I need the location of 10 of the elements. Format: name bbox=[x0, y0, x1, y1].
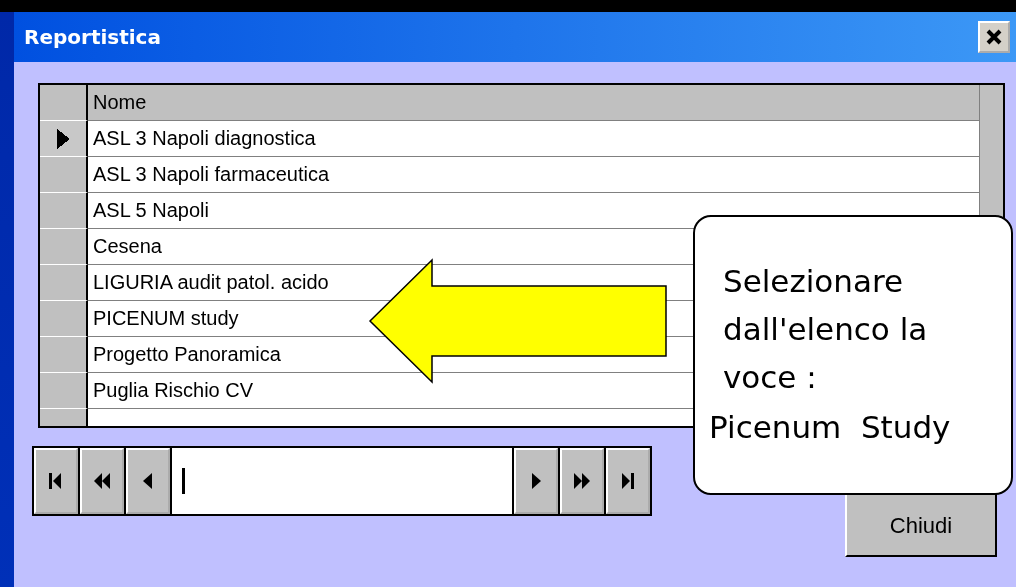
table-cell: ASL 5 Napoli bbox=[93, 199, 209, 222]
table-cell: PICENUM study bbox=[93, 307, 239, 330]
window-title: Reportistica bbox=[24, 25, 162, 49]
table-cell: Puglia Rischio CV bbox=[93, 379, 254, 402]
table-cell: LIGURIA audit patol. acido bbox=[93, 271, 329, 294]
table-cell: ASL 3 Napoli diagnostica bbox=[93, 127, 316, 150]
callout-highlight: Picenum Study bbox=[709, 409, 952, 445]
table-cell: Progetto Panoramica bbox=[93, 343, 281, 366]
table-cell: ASL 3 Napoli farmaceutica bbox=[93, 163, 330, 186]
table-cell: Cesena bbox=[93, 235, 162, 258]
